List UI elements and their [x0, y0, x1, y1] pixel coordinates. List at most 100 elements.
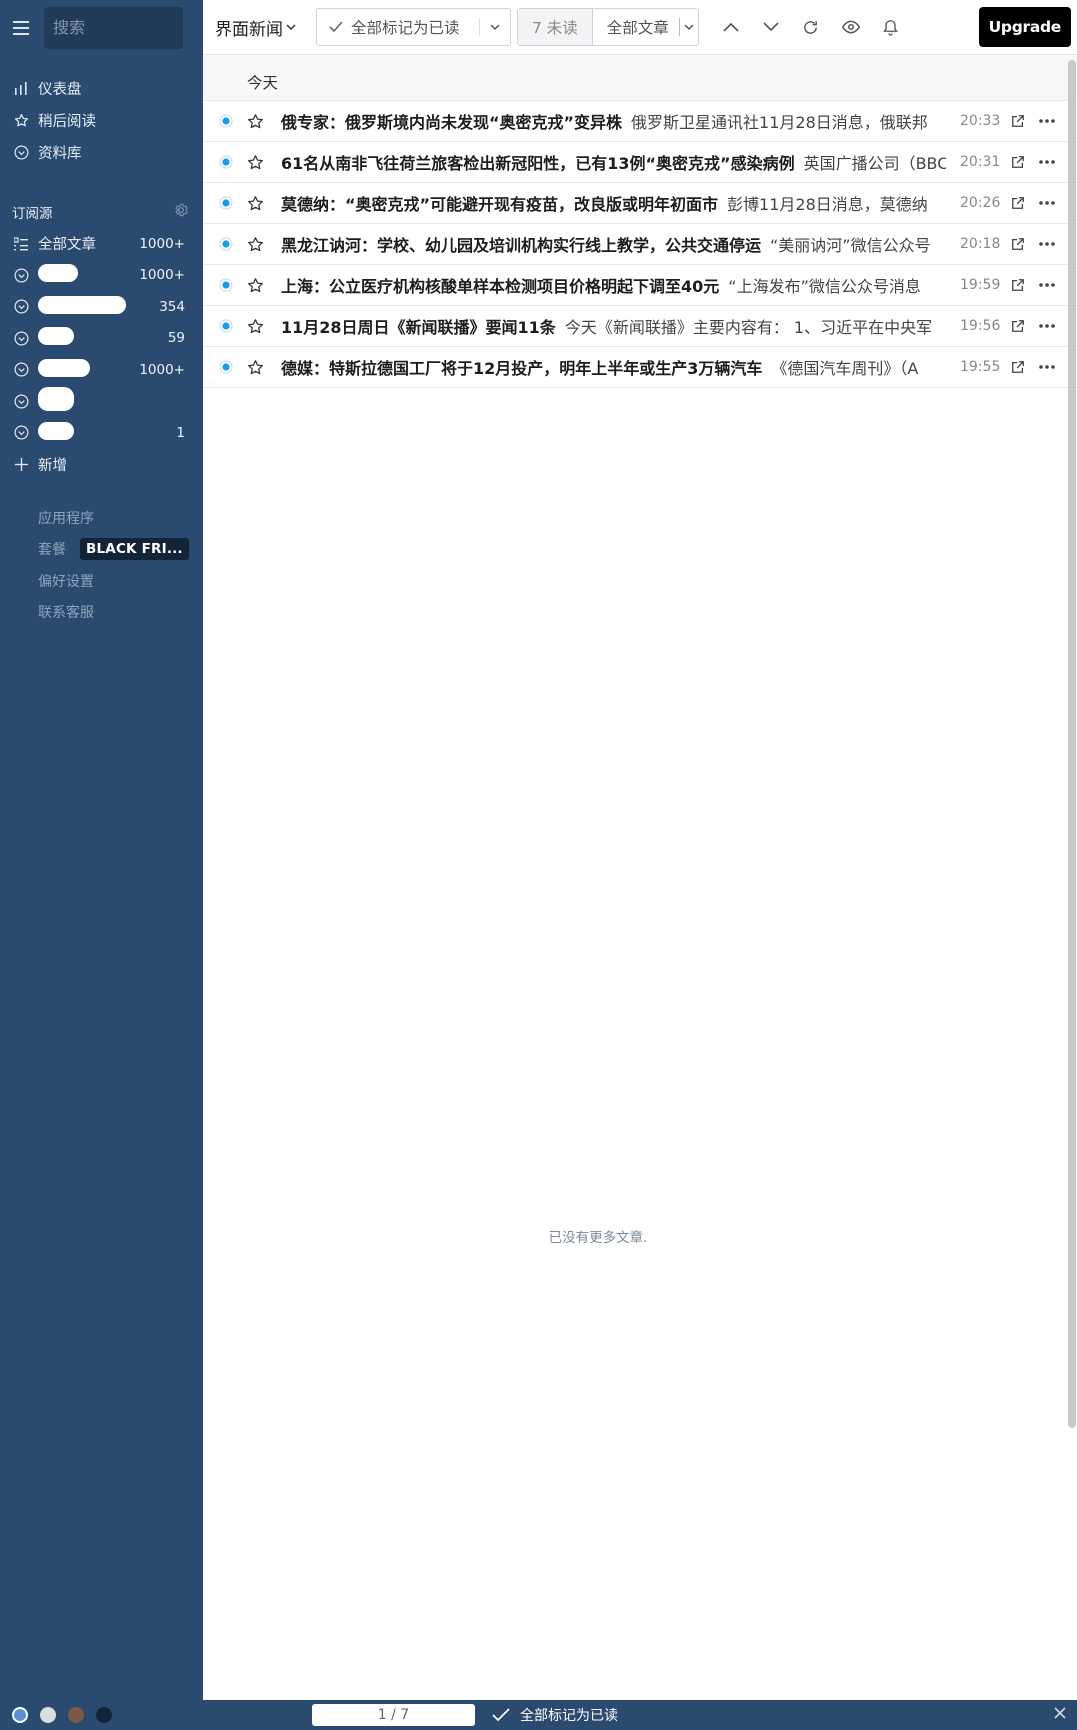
star-icon[interactable] — [244, 277, 266, 294]
article-row[interactable]: 德媒：特斯拉德国工厂将于12月投产，明年上半年或生产3万辆汽车 《德国汽车周刊》（… — [203, 347, 1077, 388]
feed-item[interactable] — [0, 386, 203, 418]
theme-color-option[interactable] — [68, 1707, 84, 1723]
more-options-icon[interactable] — [1036, 242, 1058, 246]
unread-filter-button[interactable]: 7 未读 — [518, 9, 593, 45]
feed-all-articles[interactable]: 全部文章 1000+ — [0, 228, 203, 260]
external-link-icon[interactable] — [1009, 114, 1027, 128]
apps-link[interactable]: 应用程序 — [38, 502, 203, 534]
external-link-icon[interactable] — [1009, 278, 1027, 292]
nav-read-later[interactable]: 稍后阅读 — [0, 104, 203, 136]
star-icon[interactable] — [244, 318, 266, 335]
notifications-button[interactable] — [871, 7, 911, 47]
article-time: 20:26 — [960, 195, 1001, 211]
feed-title: 界面新闻 — [215, 19, 283, 40]
article-text: 上海：公立医疗机构核酸单样本检测项目价格明起下调至40元 “上海发布”微信公众号消… — [281, 273, 946, 297]
plans-link[interactable]: 套餐 BLACK FRI... — [38, 534, 203, 566]
gear-icon[interactable] — [173, 202, 189, 222]
more-options-icon[interactable] — [1036, 160, 1058, 164]
preferences-link[interactable]: 偏好设置 — [38, 565, 203, 597]
list-icon — [12, 235, 30, 253]
theme-picker — [0, 1707, 112, 1723]
feed-item[interactable]: 354 — [0, 291, 203, 323]
external-link-icon[interactable] — [1009, 360, 1027, 374]
article-snippet: “美丽讷河”微信公众号 — [770, 236, 931, 255]
unread-dot-icon[interactable] — [217, 278, 235, 292]
theme-color-option[interactable] — [96, 1707, 112, 1723]
article-row[interactable]: 11月28日周日《新闻联播》要闻11条 今天《新闻联播》主要内容有： 1、习近平在… — [203, 306, 1077, 347]
circle-chevron-icon — [12, 329, 30, 347]
close-icon[interactable] — [1053, 1706, 1067, 1724]
more-options-icon[interactable] — [1036, 283, 1058, 287]
star-icon[interactable] — [244, 195, 266, 212]
more-options-icon[interactable] — [1036, 365, 1058, 369]
next-article-button[interactable] — [751, 7, 791, 47]
circle-chevron-icon — [12, 298, 30, 316]
article-time: 20:33 — [960, 113, 1001, 129]
upgrade-button[interactable]: Upgrade — [978, 7, 1071, 47]
circle-chevron-icon — [12, 392, 30, 410]
article-title: 上海：公立医疗机构核酸单样本检测项目价格明起下调至40元 — [281, 277, 720, 296]
unread-dot-icon[interactable] — [217, 155, 235, 169]
external-link-icon[interactable] — [1009, 196, 1027, 210]
feed-name-redacted — [38, 387, 185, 415]
article-row[interactable]: 上海：公立医疗机构核酸单样本检测项目价格明起下调至40元 “上海发布”微信公众号消… — [203, 265, 1077, 306]
check-icon — [492, 1708, 510, 1722]
feed-item[interactable]: 1 — [0, 417, 203, 449]
plus-icon — [12, 455, 30, 473]
unread-dot-icon[interactable] — [217, 114, 235, 128]
external-link-icon[interactable] — [1009, 319, 1027, 333]
chevron-down-icon — [490, 23, 500, 31]
article-text: 俄专家：俄罗斯境内尚未发现“奥密克戎”变异株 俄罗斯卫星通讯社11月28日消息，俄… — [281, 109, 946, 133]
search-input[interactable] — [44, 6, 183, 49]
chevron-up-icon — [723, 22, 739, 32]
contact-support-link[interactable]: 联系客服 — [38, 597, 203, 629]
article-row[interactable]: 61名从南非飞往荷兰旅客检出新冠阳性，已有13例“奥密克戎”感染病例 英国广播公司… — [203, 142, 1077, 183]
mark-all-read-button[interactable]: 全部标记为已读 — [317, 16, 479, 38]
star-icon[interactable] — [244, 236, 266, 253]
unread-dot-icon[interactable] — [217, 237, 235, 251]
feed-item[interactable]: 1000+ — [0, 260, 203, 292]
article-row[interactable]: 俄专家：俄罗斯境内尚未发现“奥密克戎”变异株 俄罗斯卫星通讯社11月28日消息，俄… — [203, 101, 1077, 142]
more-options-icon[interactable] — [1036, 201, 1058, 205]
unread-dot-icon[interactable] — [217, 319, 235, 333]
nav-dashboard[interactable]: 仪表盘 — [0, 72, 203, 104]
all-articles-filter-button[interactable]: 全部文章 — [593, 9, 698, 45]
article-time: 19:56 — [960, 318, 1001, 334]
scrollbar[interactable] — [1067, 56, 1077, 1428]
article-time: 19:55 — [960, 359, 1001, 375]
bottom-mark-all-read-button[interactable]: 全部标记为已读 — [492, 1700, 618, 1730]
feed-title-dropdown[interactable]: 界面新闻 — [215, 15, 296, 40]
refresh-button[interactable] — [791, 7, 831, 47]
promo-badge[interactable]: BLACK FRI... — [80, 538, 189, 561]
star-icon — [12, 111, 30, 129]
external-link-icon[interactable] — [1009, 237, 1027, 251]
star-icon[interactable] — [244, 154, 266, 171]
more-options-icon[interactable] — [1036, 324, 1058, 328]
article-snippet: “上海发布”微信公众号消息 — [728, 277, 921, 296]
unread-dot-icon[interactable] — [217, 196, 235, 210]
scrollbar-thumb[interactable] — [1068, 60, 1076, 1428]
circle-chevron-icon — [12, 266, 30, 284]
article-row[interactable]: 黑龙江讷河：学校、幼儿园及培训机构实行线上教学，公共交通停运 “美丽讷河”微信公众… — [203, 224, 1077, 265]
external-link-icon[interactable] — [1009, 155, 1027, 169]
feed-name-redacted — [38, 264, 139, 286]
star-icon[interactable] — [244, 113, 266, 130]
theme-color-option[interactable] — [12, 1707, 28, 1723]
article-row[interactable]: 莫德纳：“奥密克戎”可能避开现有疫苗，改良版或明年初面市 彭博11月28日消息，莫… — [203, 183, 1077, 224]
feed-item[interactable]: 1000+ — [0, 354, 203, 386]
theme-color-option[interactable] — [40, 1707, 56, 1723]
feed-item[interactable]: 59 — [0, 323, 203, 355]
article-time: 20:31 — [960, 154, 1001, 170]
unread-dot-icon[interactable] — [217, 360, 235, 374]
feed-name-redacted — [38, 421, 176, 444]
previous-article-button[interactable] — [711, 7, 751, 47]
nav-library[interactable]: 资料库 — [0, 136, 203, 168]
more-options-icon[interactable] — [1036, 119, 1058, 123]
menu-icon[interactable] — [0, 0, 44, 55]
star-icon[interactable] — [244, 359, 266, 376]
feed-name: 全部文章 — [38, 237, 96, 254]
circle-chevron-icon — [12, 143, 30, 161]
add-feed-button[interactable]: 新增 — [0, 449, 203, 481]
mark-all-read-dropdown[interactable] — [479, 18, 510, 36]
view-mode-button[interactable] — [831, 7, 871, 47]
